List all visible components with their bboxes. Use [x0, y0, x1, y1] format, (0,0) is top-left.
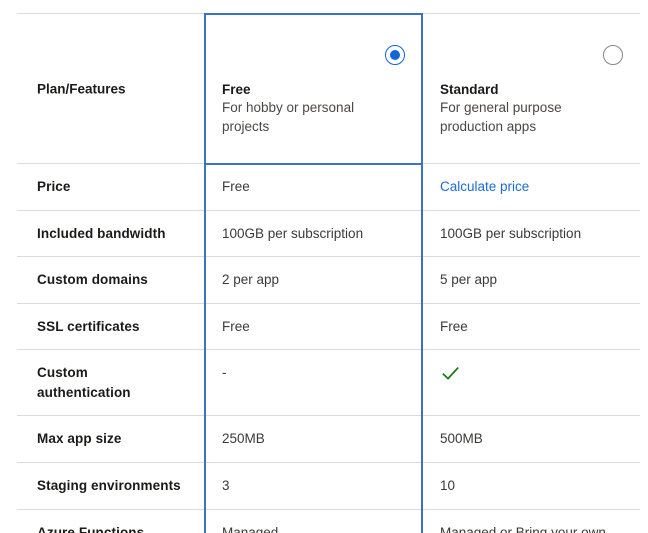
table-header-row: Plan/Features Free For hobby or personal… — [17, 13, 640, 164]
feature-cell: Custom domains — [17, 256, 204, 304]
free-value-cell: 3 — [204, 461, 422, 510]
feature-cell: Staging environments — [17, 461, 204, 510]
free-value-cell: 100GB per subscription — [204, 209, 422, 258]
radio-unselected-icon[interactable] — [603, 45, 623, 65]
feature-label: Azure Functions — [37, 524, 145, 533]
feature-label: Max app size — [37, 431, 122, 447]
feature-cell: Azure Functions — [17, 508, 204, 533]
header-cell-features: Plan/Features — [17, 13, 204, 164]
feature-label: Custom domains — [37, 272, 148, 288]
standard-value: Free — [440, 318, 468, 334]
feature-cell: Price — [17, 163, 204, 211]
plan-comparison-page: Plan/Features Free For hobby or personal… — [0, 0, 648, 533]
table-row: Custom domains 2 per app 5 per app — [17, 256, 640, 304]
feature-label: Staging environments — [37, 477, 181, 493]
feature-label: SSL certificates — [37, 318, 140, 334]
plan-standard-description: For general purpose production apps — [440, 100, 562, 135]
standard-value-cell: 5 per app — [422, 256, 640, 304]
standard-value: 10 — [440, 477, 456, 493]
plan-features-label: Plan/Features — [37, 81, 126, 96]
plan-comparison-table: Plan/Features Free For hobby or personal… — [17, 13, 640, 533]
feature-label: Included bandwidth — [37, 225, 166, 241]
feature-cell: SSL certificates — [17, 302, 204, 351]
standard-value-cell — [422, 349, 640, 417]
free-value: Managed — [222, 524, 279, 533]
feature-label: Custom authentication — [37, 365, 131, 400]
header-cell-plan-standard[interactable]: Standard For general purpose production … — [422, 13, 640, 164]
feature-cell: Included bandwidth — [17, 209, 204, 258]
table-row: Staging environments 3 10 — [17, 461, 640, 510]
plan-free-description: For hobby or personal projects — [222, 100, 355, 135]
free-value: - — [222, 365, 227, 381]
feature-cell: Custom authentication — [17, 349, 204, 417]
free-value-cell: Free — [204, 302, 422, 351]
plan-free-info: Free For hobby or personal projects — [222, 82, 408, 136]
standard-value-cell: 100GB per subscription — [422, 209, 640, 258]
table-row: Max app size 250MB 500MB — [17, 415, 640, 463]
table-body: Plan/Features Free For hobby or personal… — [17, 13, 640, 533]
free-value-cell: - — [204, 349, 422, 417]
free-value-cell: Free — [204, 163, 422, 211]
standard-value: 5 per app — [440, 272, 498, 288]
header-cell-plan-free[interactable]: Free For hobby or personal projects — [204, 13, 422, 164]
plan-free-name: Free — [222, 82, 251, 97]
standard-value-cell: Free — [422, 302, 640, 351]
radio-selected-icon[interactable] — [385, 45, 405, 65]
standard-value-cell: Managed or Bring your own — [422, 508, 640, 533]
free-value: Free — [222, 318, 250, 334]
standard-value-wrap — [422, 350, 640, 403]
table-row: SSL certificates Free Free — [17, 302, 640, 351]
table-row: Azure Functions Managed Managed or Bring… — [17, 508, 640, 533]
free-value: Free — [222, 179, 250, 194]
standard-value: 100GB per subscription — [440, 225, 582, 241]
free-value: 3 — [222, 477, 230, 493]
standard-value: 500MB — [440, 431, 483, 447]
table-row: Price Free Calculate price — [17, 163, 640, 211]
free-value-cell: 250MB — [204, 415, 422, 463]
calculate-price-link[interactable]: Calculate price — [440, 179, 529, 194]
standard-value-wrap: Calculate price — [422, 164, 640, 210]
free-value-cell: Managed — [204, 508, 422, 533]
free-value: 250MB — [222, 431, 265, 447]
table-row: Custom authentication - — [17, 349, 640, 417]
standard-value: Managed or Bring your own — [440, 524, 606, 533]
free-value: 100GB per subscription — [222, 225, 364, 241]
standard-value-cell: 500MB — [422, 415, 640, 463]
plan-standard-name: Standard — [440, 82, 499, 97]
standard-value-cell: 10 — [422, 461, 640, 510]
standard-value-cell: Calculate price — [422, 163, 640, 211]
feature-label: Price — [37, 179, 71, 194]
free-value-cell: 2 per app — [204, 256, 422, 304]
check-icon — [440, 363, 461, 387]
table-row: Included bandwidth 100GB per subscriptio… — [17, 209, 640, 258]
free-value: 2 per app — [222, 272, 280, 288]
feature-cell: Max app size — [17, 415, 204, 463]
plan-standard-info: Standard For general purpose production … — [440, 82, 626, 136]
